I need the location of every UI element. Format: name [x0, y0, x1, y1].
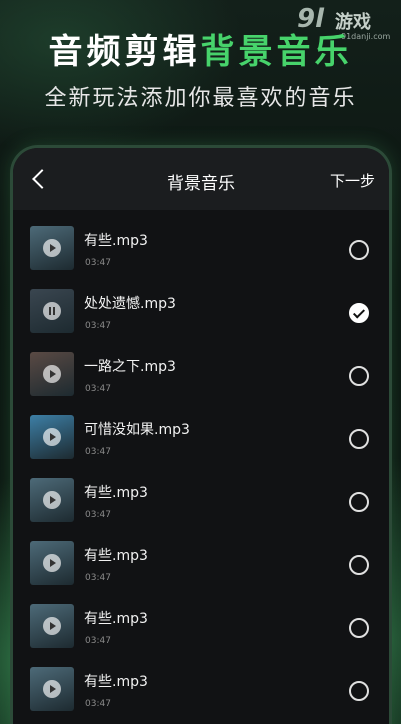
nav-bar: 背景音乐 下一步 — [13, 148, 389, 210]
song-cover[interactable] — [30, 226, 74, 270]
song-row[interactable]: 有些.mp3 03:47 — [13, 462, 389, 525]
play-icon[interactable] — [43, 680, 61, 698]
song-cover[interactable] — [30, 667, 74, 711]
song-name: 一路之下.mp3 — [84, 359, 176, 375]
song-duration: 03:47 — [85, 699, 111, 709]
song-cover[interactable] — [30, 541, 74, 585]
song-row[interactable]: 处处遗憾.mp3 03:47 — [13, 273, 389, 336]
song-row[interactable]: 有些.mp3 03:47 — [13, 588, 389, 651]
promo-headline: 音频剪辑背景音乐 — [0, 24, 401, 73]
song-duration: 03:47 — [85, 447, 111, 457]
song-duration: 03:47 — [85, 573, 111, 583]
song-name: 有些.mp3 — [84, 485, 148, 501]
song-row[interactable]: 可惜没如果.mp3 03:47 — [13, 399, 389, 462]
song-list: 有些.mp3 03:47 处处遗憾.mp3 03:47 一路之下.mp3 03:47 可惜没… — [13, 210, 389, 714]
play-icon[interactable] — [43, 428, 61, 446]
phone-screen: 背景音乐 下一步 有些.mp3 03:47 处处遗憾.mp3 03:47 一路之下.mp… — [10, 145, 392, 724]
song-name: 有些.mp3 — [84, 611, 148, 627]
song-duration: 03:47 — [85, 258, 111, 268]
play-icon[interactable] — [43, 239, 61, 257]
song-row[interactable]: 有些.mp3 03:47 — [13, 651, 389, 714]
song-duration: 03:47 — [85, 636, 111, 646]
song-row[interactable]: 一路之下.mp3 03:47 — [13, 336, 389, 399]
song-cover[interactable] — [30, 604, 74, 648]
song-name: 可惜没如果.mp3 — [84, 422, 190, 438]
song-duration: 03:47 — [85, 510, 111, 520]
select-radio[interactable] — [349, 555, 369, 575]
play-icon[interactable] — [43, 554, 61, 572]
select-radio[interactable] — [349, 366, 369, 386]
promo-subline: 全新玩法添加你最喜欢的音乐 — [44, 86, 357, 111]
song-name: 处处遗憾.mp3 — [84, 296, 176, 312]
song-name: 有些.mp3 — [84, 548, 148, 564]
song-name: 有些.mp3 — [84, 674, 148, 690]
select-radio[interactable] — [349, 681, 369, 701]
play-icon[interactable] — [43, 617, 61, 635]
song-name: 有些.mp3 — [84, 233, 148, 249]
pause-icon[interactable] — [43, 302, 61, 320]
play-icon[interactable] — [43, 491, 61, 509]
select-radio[interactable] — [349, 618, 369, 638]
headline-white: 音频剪辑 — [48, 32, 201, 72]
song-cover[interactable] — [30, 415, 74, 459]
next-step-button[interactable]: 下一步 — [330, 170, 375, 191]
select-radio[interactable] — [349, 492, 369, 512]
select-radio[interactable] — [349, 429, 369, 449]
select-radio[interactable] — [349, 240, 369, 260]
song-row[interactable]: 有些.mp3 03:47 — [13, 525, 389, 588]
song-duration: 03:47 — [85, 321, 111, 331]
song-duration: 03:47 — [85, 384, 111, 394]
headline-green: 背景音乐 — [200, 32, 353, 72]
selected-check-icon[interactable] — [349, 303, 369, 323]
song-cover[interactable] — [30, 478, 74, 522]
song-row[interactable]: 有些.mp3 03:47 — [13, 210, 389, 273]
song-cover[interactable] — [30, 352, 74, 396]
song-cover[interactable] — [30, 289, 74, 333]
play-icon[interactable] — [43, 365, 61, 383]
